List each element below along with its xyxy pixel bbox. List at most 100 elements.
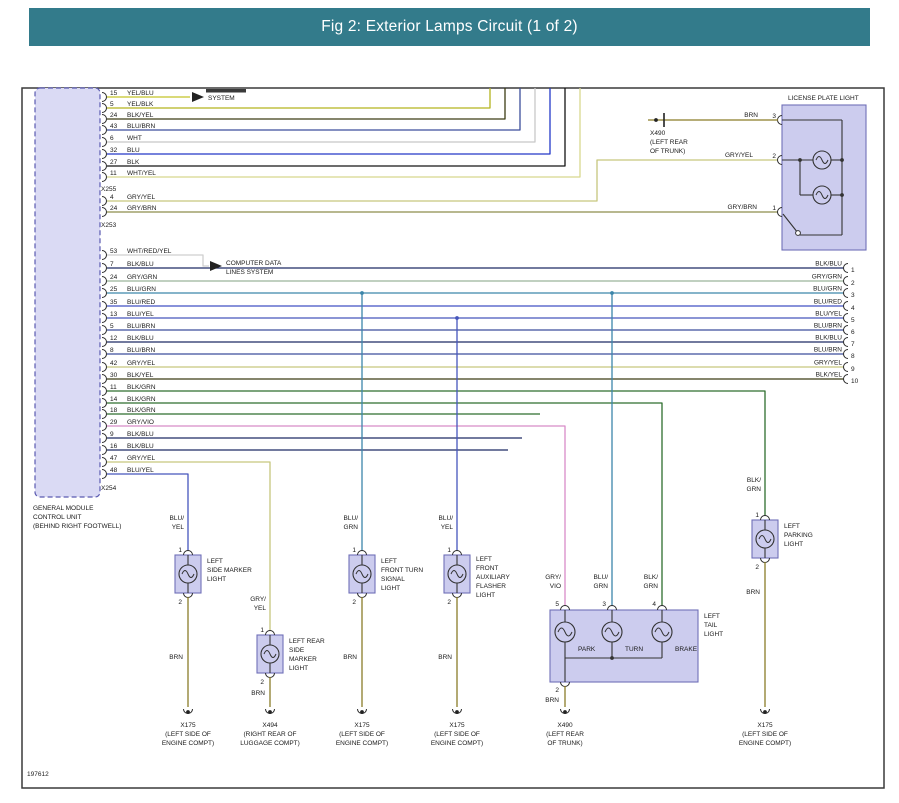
wire-color-label: BLK/BLU (127, 431, 154, 438)
wire-color-label: BLU/ (170, 515, 185, 522)
terminal-number: 7 (851, 341, 855, 348)
ground-connector-label: (LEFT SIDE OF (742, 731, 788, 738)
ground-connector-label: X490 (557, 722, 573, 729)
pin-number: 53 (110, 248, 118, 255)
wire-color-label: BLK/GRN (127, 396, 156, 403)
switch-pivot-icon (796, 231, 801, 236)
pin-number: 2 (352, 599, 356, 606)
terminal-number: 10 (851, 378, 859, 385)
wire-color-label: GRY/YEL (127, 360, 155, 367)
wire-color-label: BLK/GRN (127, 384, 156, 391)
ground-connector-label: ENGINE COMPT) (739, 740, 791, 747)
junction-dot (360, 710, 364, 714)
junction-dot (563, 710, 567, 714)
wire-color-label: BLU/YEL (127, 467, 154, 474)
ground-connector-label: X175 (757, 722, 773, 729)
wire-color-label: BLK/ (644, 574, 658, 581)
pin-number: 4 (652, 601, 656, 608)
pin-number: 1 (260, 627, 264, 634)
wire-color-label: BLK/BLU (127, 261, 154, 268)
ground-connector-label: (LEFT SIDE OF (434, 731, 480, 738)
ground-connector-label: LUGGAGE COMPT) (240, 740, 300, 747)
ground-connector-label: OF TRUNK) (547, 740, 582, 747)
left-side-marker-light-title: LIGHT (207, 576, 226, 583)
junction-dot (610, 656, 614, 660)
bulb-function-label: TURN (625, 646, 643, 653)
pin-number: 43 (110, 123, 118, 130)
left-front-turn-signal-light-title: LEFT (381, 558, 397, 565)
wire-color-label: YEL (441, 524, 454, 531)
ground-connector-label: (LEFT SIDE OF (165, 731, 211, 738)
junction-dot (455, 710, 459, 714)
pin-number: 35 (110, 299, 118, 306)
wire-color-label: GRY/YEL (127, 194, 155, 201)
wire-color-label: GRY/ (545, 574, 561, 581)
pin-number: 1 (447, 547, 451, 554)
module-connector-label: X255 (101, 186, 117, 193)
pin-number: 27 (110, 159, 118, 166)
wire-color-label: BLU/GRN (813, 286, 842, 293)
wire-color-label: GRY/ (250, 596, 266, 603)
ground-connector-label: (LEFT REAR (546, 731, 584, 738)
wire-color-label: BLK/BLU (127, 335, 154, 342)
pin-number: 2 (447, 599, 451, 606)
pin-number: 1 (755, 512, 759, 519)
left-parking-light-title: LIGHT (784, 541, 803, 548)
figure-reference-number: 197612 (27, 771, 49, 778)
wire-color-label: GRY/BRN (127, 205, 157, 212)
pin-number: 2 (178, 599, 182, 606)
wire-color-label: BLU/BRN (127, 323, 155, 330)
wire-color-label: BRN (545, 697, 559, 704)
pin-number: 12 (110, 335, 118, 342)
pin-number: 5 (555, 601, 559, 608)
left-front-auxiliary-flasher-light-title: FRONT (476, 565, 498, 572)
left-front-turn-signal-light-title: LIGHT (381, 585, 400, 592)
pin-number: 1 (352, 547, 356, 554)
clipped-label (206, 89, 246, 93)
terminal-number: 9 (851, 366, 855, 373)
wire-color-label: BLU/BRN (814, 347, 842, 354)
pin-number: 32 (110, 147, 118, 154)
left-parking-light-title: PARKING (784, 532, 813, 539)
wire-color-label: VIO (550, 583, 561, 590)
junction-dot (455, 316, 459, 320)
left-front-turn-signal-light-title: FRONT TURN (381, 567, 423, 574)
left-front-auxiliary-flasher-light-title: FLASHER (476, 583, 506, 590)
module-box (35, 88, 100, 497)
left-side-marker-light-title: LEFT (207, 558, 223, 565)
bulb-function-label: BRAKE (675, 646, 698, 653)
module-connector-label: X254 (101, 485, 117, 492)
pin-number: 25 (110, 286, 118, 293)
pin-number: 2 (555, 687, 559, 694)
wire-color-label: BRN (251, 690, 265, 697)
pin-number: 5 (110, 323, 114, 330)
pin-number: 15 (110, 90, 118, 97)
wire-color-label: BLK/YEL (816, 372, 843, 379)
license-plate-light-title: LICENSE PLATE LIGHT (788, 95, 859, 102)
wire-color-label: BLU/ (594, 574, 609, 581)
pin-number: 48 (110, 467, 118, 474)
wire-color-label: BLK/GRN (127, 407, 156, 414)
pin-number: 7 (110, 261, 114, 268)
pin-number: 11 (110, 170, 117, 177)
pin-number: 1 (772, 205, 776, 212)
wire-color-label: BLK (127, 159, 140, 166)
wire-color-label: BLU/YEL (815, 311, 842, 318)
left-front-turn-signal-light-title: SIGNAL (381, 576, 405, 583)
wire-color-label: BLU (127, 147, 140, 154)
wire-color-label: BLK/YEL (127, 112, 154, 119)
terminal-number: 5 (851, 317, 855, 324)
left-tail-light-title: LEFT (704, 613, 720, 620)
wire-color-label: BLK/ (747, 477, 761, 484)
wire-color-label: GRN (747, 486, 762, 493)
left-tail-light-title: TAIL (704, 622, 718, 629)
wire-color-label: BLK/YEL (127, 372, 154, 379)
pin-number: 42 (110, 360, 118, 367)
x490-connector-label: X490 (650, 130, 666, 137)
ground-connector-label: (RIGHT REAR OF (244, 731, 297, 738)
wire-color-label: BLU/RED (814, 299, 842, 306)
wire-color-label: BLU/BRN (127, 347, 155, 354)
wire-color-label: GRN (594, 583, 609, 590)
wire-color-label: GRY/YEL (814, 360, 842, 367)
junction-dot (763, 710, 767, 714)
